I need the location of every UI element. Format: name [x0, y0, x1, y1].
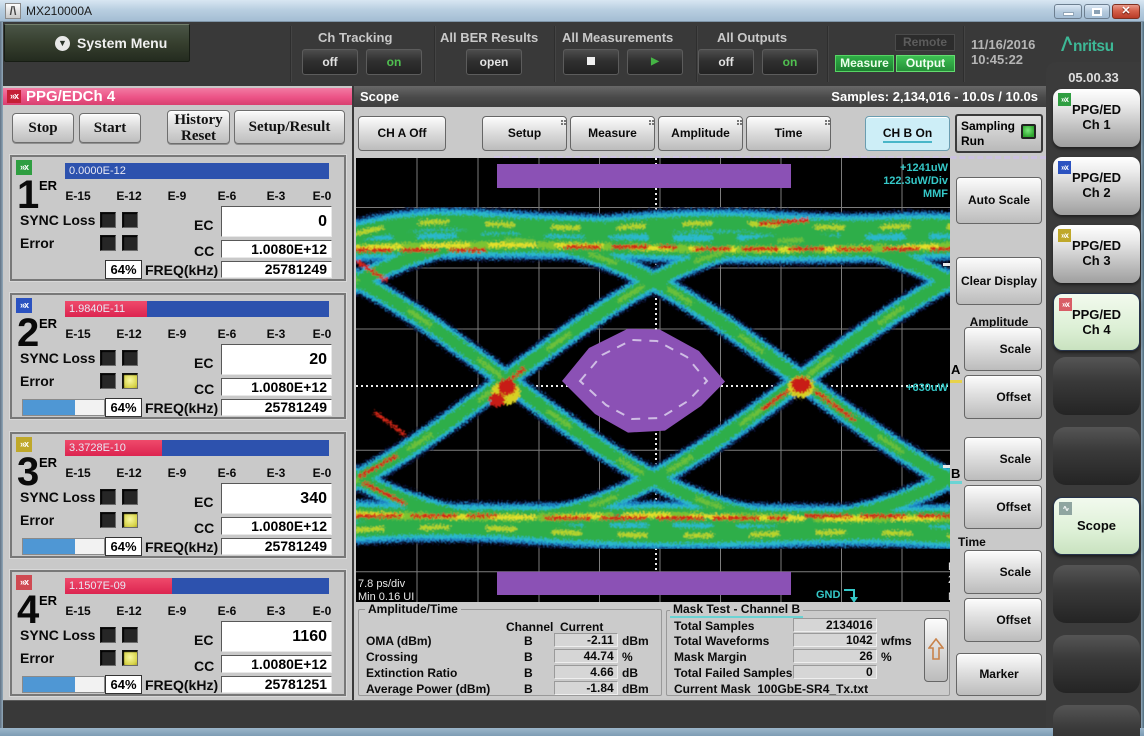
svg-text:nritsu: nritsu [1073, 38, 1114, 54]
svg-text:MMF: MMF [923, 188, 948, 200]
svg-text:Precision Trigger Off: Precision Trigger Off [948, 561, 950, 573]
svg-text:Max 2.16 UI: Max 2.16 UI [948, 591, 950, 602]
svg-text:+1241uW: +1241uW [900, 162, 949, 174]
svg-text:7.8 ps/div: 7.8 ps/div [358, 578, 406, 590]
svg-text:122.3uW/Div: 122.3uW/Div [883, 175, 949, 187]
svg-text:Min 0.16 UI: Min 0.16 UI [358, 591, 414, 602]
svg-text:+630uW: +630uW [906, 382, 948, 394]
svg-text:GND: GND [816, 589, 841, 601]
svg-text:25 781 258 kbps: 25 781 258 kbps [948, 574, 950, 586]
